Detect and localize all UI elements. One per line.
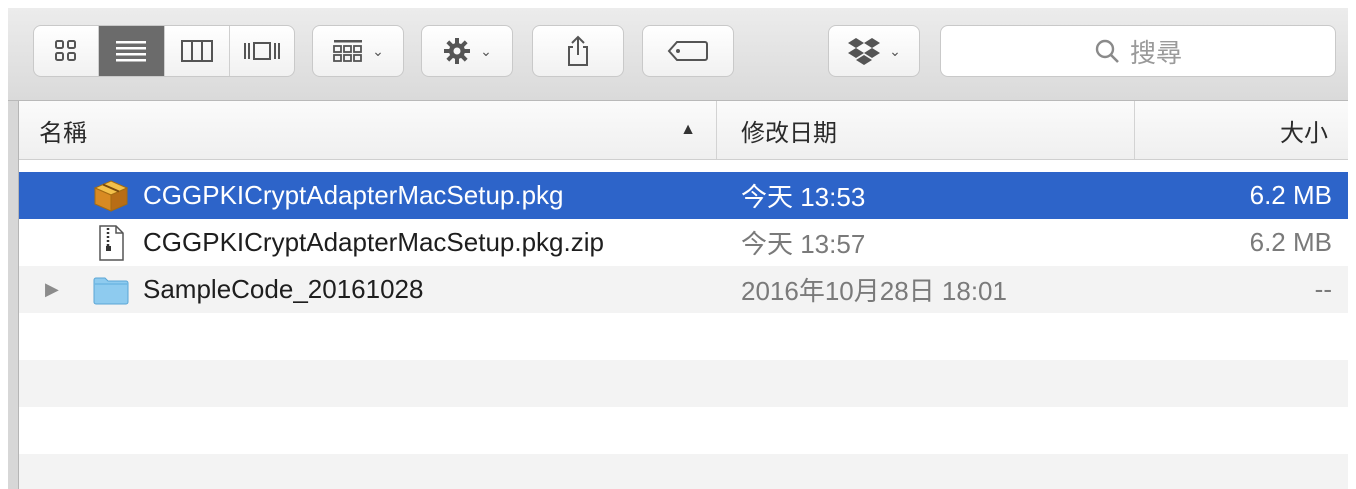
toolbar: ⌄ ⌄ ⌄ 搜尋 [8,8,1348,101]
file-row[interactable]: CGGPKICryptAdapterMacSetup.pkg.zip 今天 13… [19,219,1348,266]
column-header-size-label: 大小 [1280,119,1328,147]
sort-ascending-icon: ▲ [680,121,696,138]
search-icon [1094,38,1120,64]
icon-view-button[interactable] [34,26,100,76]
file-size: -- [1314,274,1332,304]
file-date: 今天 13:57 [741,229,866,259]
file-size: 6.2 MB [1249,180,1332,210]
disclosure-triangle-icon[interactable]: ▶ [45,266,59,313]
zip-file-icon [91,225,131,261]
gear-icon [444,38,471,64]
file-row[interactable]: CGGPKICryptAdapterMacSetup.pkg 今天 13:53 … [19,172,1348,219]
grid-icon [55,40,77,61]
chevron-down-icon: ⌄ [889,42,901,59]
file-name: CGGPKICryptAdapterMacSetup.pkg [143,180,564,210]
chevron-down-icon: ⌄ [372,42,384,59]
view-mode-segmented-control [33,25,295,77]
arrange-grid-icon [333,40,363,62]
file-date: 2016年10月28日 18:01 [741,276,1007,306]
file-size: 6.2 MB [1249,227,1332,257]
package-icon [91,178,131,214]
list-view-button[interactable] [99,26,165,76]
tag-button[interactable] [642,25,734,77]
empty-row [19,407,1348,454]
cover-flow-view-button[interactable] [230,26,294,76]
arrange-button[interactable]: ⌄ [312,25,404,77]
tag-icon [667,41,708,61]
column-header-size[interactable]: 大小 [1135,101,1348,159]
finder-window: ⌄ ⌄ ⌄ 搜尋 名稱 ▲ 修改日期 大小 CGGPKICryptAdapter… [8,8,1348,489]
file-list: CGGPKICryptAdapterMacSetup.pkg 今天 13:53 … [19,160,1348,489]
column-header-name-label: 名稱 [39,119,87,147]
sidebar-edge [8,101,19,489]
search-placeholder: 搜尋 [1129,37,1182,68]
file-name: SampleCode_20161028 [143,274,424,304]
share-button[interactable] [532,25,624,77]
column-header: 名稱 ▲ 修改日期 大小 [19,101,1348,160]
coverflow-icon [243,42,280,60]
file-date: 今天 13:53 [741,182,866,212]
empty-row [19,313,1348,360]
empty-row [19,360,1348,407]
column-view-button[interactable] [165,26,230,76]
list-icon [116,41,147,62]
chevron-down-icon: ⌄ [480,42,492,59]
column-header-date-label: 修改日期 [741,119,837,147]
file-name: CGGPKICryptAdapterMacSetup.pkg.zip [143,227,604,257]
dropbox-button[interactable]: ⌄ [828,25,920,77]
dropbox-icon [848,38,881,65]
share-icon [568,35,588,66]
search-field[interactable]: 搜尋 [940,25,1336,77]
action-button[interactable]: ⌄ [421,25,513,77]
file-row[interactable]: ▶ SampleCode_20161028 2016年10月28日 18:01 … [19,266,1348,313]
empty-row [19,454,1348,489]
columns-icon [180,40,213,62]
folder-icon [91,272,131,308]
column-header-date[interactable]: 修改日期 [717,101,1135,159]
column-header-name[interactable]: 名稱 ▲ [19,101,717,159]
